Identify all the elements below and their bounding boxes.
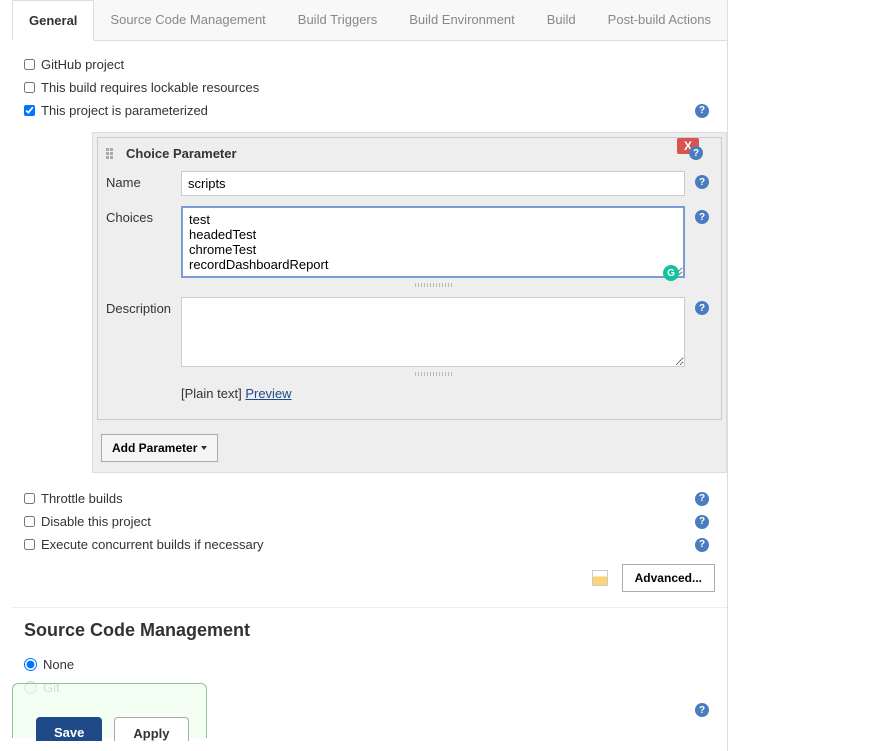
parameter-choices-label: Choices xyxy=(106,206,181,225)
tab-post-build[interactable]: Post-build Actions xyxy=(592,0,727,40)
parameter-header: Choice Parameter ? xyxy=(106,146,709,161)
scm-none-label: None xyxy=(43,657,74,672)
tab-general[interactable]: General xyxy=(12,0,94,41)
parameterized-label: This project is parameterized xyxy=(41,103,208,118)
add-parameter-button[interactable]: Add Parameter xyxy=(101,434,218,462)
disable-project-label: Disable this project xyxy=(41,514,151,529)
parameterized-checkbox[interactable] xyxy=(24,105,35,116)
notepad-icon xyxy=(592,570,608,586)
choice-parameter-block: X Choice Parameter ? Name ? Choices test… xyxy=(97,137,722,420)
tab-build[interactable]: Build xyxy=(531,0,592,40)
help-icon[interactable]: ? xyxy=(695,301,709,315)
drag-handle-icon[interactable] xyxy=(106,148,118,160)
parameters-section: X Choice Parameter ? Name ? Choices test… xyxy=(92,132,727,473)
tab-scm[interactable]: Source Code Management xyxy=(94,0,281,40)
parameterized-row: This project is parameterized ? xyxy=(24,99,715,122)
parameter-description-row: Description ? xyxy=(106,297,709,376)
help-icon[interactable]: ? xyxy=(695,210,709,224)
lockable-resources-checkbox[interactable] xyxy=(24,82,35,93)
help-icon[interactable]: ? xyxy=(695,538,709,552)
parameter-choices-textarea[interactable]: test headedTest chromeTest recordDashboa… xyxy=(181,206,685,278)
plain-text-label: [Plain text] xyxy=(181,386,242,401)
lockable-resources-label: This build requires lockable resources xyxy=(41,80,259,95)
github-project-label: GitHub project xyxy=(41,57,124,72)
save-button[interactable]: Save xyxy=(36,717,102,741)
footer: Save Apply xyxy=(12,707,727,741)
parameter-title: Choice Parameter xyxy=(126,146,237,161)
throttle-builds-checkbox[interactable] xyxy=(24,493,35,504)
throttle-builds-label: Throttle builds xyxy=(41,491,123,506)
scm-none-row: None xyxy=(12,653,727,676)
scm-heading: Source Code Management xyxy=(12,608,727,653)
parameter-choices-row: Choices test headedTest chromeTest recor… xyxy=(106,206,709,287)
disable-project-checkbox[interactable] xyxy=(24,516,35,527)
parameter-name-label: Name xyxy=(106,171,181,190)
help-icon[interactable]: ? xyxy=(695,492,709,506)
help-icon[interactable]: ? xyxy=(695,104,709,118)
advanced-button[interactable]: Advanced... xyxy=(622,564,715,592)
disable-project-row: Disable this project ? xyxy=(24,510,715,533)
parameter-name-input[interactable] xyxy=(181,171,685,196)
grammarly-icon[interactable]: G xyxy=(663,265,679,281)
tab-build-triggers[interactable]: Build Triggers xyxy=(282,0,393,40)
resize-handle[interactable] xyxy=(413,372,453,376)
scm-none-radio[interactable] xyxy=(24,658,37,671)
parameter-name-row: Name ? xyxy=(106,171,709,196)
advanced-row: Advanced... xyxy=(12,556,727,607)
apply-button[interactable]: Apply xyxy=(114,717,188,741)
concurrent-builds-checkbox[interactable] xyxy=(24,539,35,550)
preview-link[interactable]: Preview xyxy=(245,386,291,401)
concurrent-builds-label: Execute concurrent builds if necessary xyxy=(41,537,264,552)
lockable-resources-row: This build requires lockable resources xyxy=(24,76,715,99)
preview-row: [Plain text] Preview xyxy=(106,386,709,401)
config-tabs: General Source Code Management Build Tri… xyxy=(12,0,727,41)
concurrent-builds-row: Execute concurrent builds if necessary ? xyxy=(24,533,715,556)
help-icon[interactable]: ? xyxy=(695,515,709,529)
parameter-description-label: Description xyxy=(106,297,181,316)
resize-handle[interactable] xyxy=(413,283,453,287)
parameter-description-textarea[interactable] xyxy=(181,297,685,367)
help-icon[interactable]: ? xyxy=(695,175,709,189)
github-project-row: GitHub project xyxy=(24,53,715,76)
github-project-checkbox[interactable] xyxy=(24,59,35,70)
throttle-builds-row: Throttle builds ? xyxy=(24,487,715,510)
help-icon[interactable]: ? xyxy=(689,146,703,160)
tab-build-environment[interactable]: Build Environment xyxy=(393,0,530,40)
